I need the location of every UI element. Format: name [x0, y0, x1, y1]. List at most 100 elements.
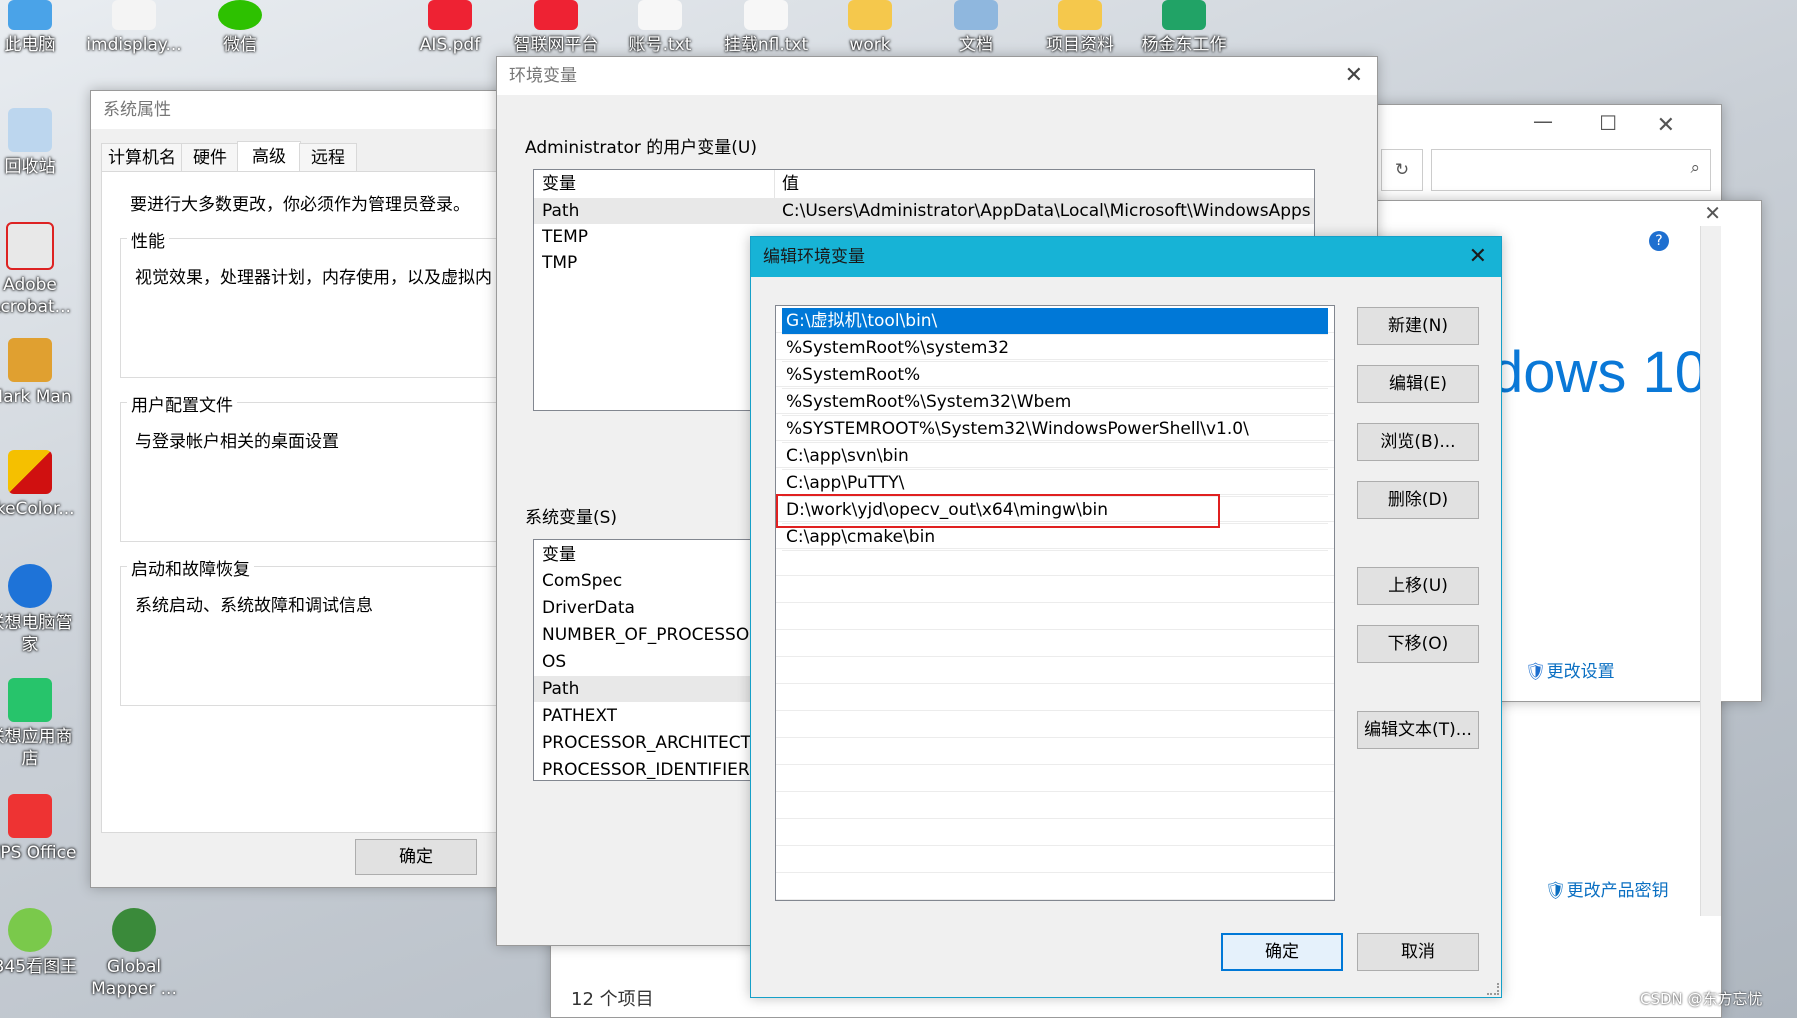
folder-icon: [1058, 0, 1102, 30]
system-vars-label: 系统变量(S): [525, 508, 618, 528]
wechat-icon: [218, 0, 262, 30]
col-header-variable[interactable]: 变量: [542, 542, 576, 568]
list-item[interactable]: %SystemRoot%\System32\Wbem: [782, 389, 1328, 416]
resize-grip[interactable]: [1487, 983, 1499, 995]
close-icon[interactable]: ✕: [1345, 57, 1363, 95]
desktop-icon-makecolor[interactable]: akeColor...: [0, 450, 78, 520]
group-label: 用户配置文件: [127, 391, 237, 416]
list-item[interactable]: PROCESSOR_ARCHITECTU: [542, 730, 763, 756]
list-item[interactable]: C:\app\svn\bin: [782, 443, 1328, 470]
ok-button[interactable]: 确定: [355, 839, 477, 875]
list-item[interactable]: DriverData: [542, 595, 635, 621]
list-item[interactable]: PATHEXT: [542, 703, 617, 729]
minimize-icon[interactable]: —: [1533, 109, 1553, 133]
markman-icon: [8, 338, 52, 382]
row-name: Path: [542, 679, 580, 699]
change-product-key-link[interactable]: 🛡更改产品密钥: [1545, 876, 1669, 901]
move-up-button[interactable]: 上移(U): [1357, 567, 1479, 605]
group-label: 性能: [127, 227, 169, 252]
desktop-icon-global-mapper[interactable]: Global Mapper ...: [86, 908, 182, 1000]
tab-hardware[interactable]: 硬件: [181, 143, 239, 173]
desktop-icon-wechat[interactable]: 微信: [192, 0, 288, 56]
desktop-icon-recycle-bin[interactable]: 回收站: [0, 108, 78, 178]
edit-env-var-dialog: 编辑环境变量 ✕ G:\虚拟机\tool\bin\ %SystemRoot%\s…: [750, 236, 1502, 998]
list-item[interactable]: %SYSTEMROOT%\System32\WindowsPowerShell\…: [782, 416, 1328, 443]
browse-button[interactable]: 浏览(B)...: [1357, 423, 1479, 461]
folder-icon: [848, 0, 892, 30]
list-item[interactable]: NUMBER_OF_PROCESSOR: [542, 622, 761, 648]
close-icon[interactable]: ✕: [1657, 113, 1675, 138]
table-row[interactable]: Path C:\Users\Administrator\AppData\Loca…: [534, 198, 1314, 224]
desktop-icon-wps[interactable]: WPS Office: [0, 794, 78, 864]
desktop-icon-platform-pdf[interactable]: 智联网平台: [508, 0, 604, 56]
col-header-value[interactable]: 值: [782, 171, 799, 197]
list-item[interactable]: C:\app\cmake\bin: [782, 524, 1328, 551]
desktop-icon-work[interactable]: work: [822, 0, 918, 56]
edit-button[interactable]: 编辑(E): [1357, 365, 1479, 403]
text-file-icon: [638, 0, 682, 30]
red-highlight-box: [776, 494, 1220, 528]
desktop-icon-2345viewer[interactable]: 2345看图王: [0, 908, 78, 978]
maximize-icon[interactable]: ☐: [1599, 111, 1617, 135]
desktop-icon-lenovo-manager[interactable]: 联想电脑管 家: [0, 564, 78, 656]
desktop-icon-nfl-txt[interactable]: 挂载nfl.txt: [718, 0, 814, 56]
desktop-icon-account-txt[interactable]: 账号.txt: [612, 0, 708, 56]
pdf-icon: [428, 0, 472, 30]
new-button[interactable]: 新建(N): [1357, 307, 1479, 345]
image-viewer-icon: [8, 908, 52, 952]
change-settings-link[interactable]: 🛡更改设置: [1525, 657, 1615, 682]
ok-button[interactable]: 确定: [1221, 933, 1343, 971]
item-count: 12 个项目: [571, 989, 654, 1010]
delete-button[interactable]: 删除(D): [1357, 481, 1479, 519]
shield-icon: 🛡: [1545, 881, 1567, 901]
refresh-icon[interactable]: ↻: [1381, 149, 1423, 191]
tab-computer-name[interactable]: 计算机名: [101, 143, 183, 173]
search-input[interactable]: ⌕: [1431, 149, 1711, 191]
group-user-profile: 用户配置文件 与登录帐户相关的桌面设置: [120, 391, 542, 542]
list-item[interactable]: %SystemRoot%\system32: [782, 335, 1328, 362]
lenovo-manager-icon: [8, 564, 52, 608]
search-icon: ⌕: [1690, 158, 1700, 178]
group-performance: 性能 视觉效果，处理器计划，内存使用，以及虚拟内: [120, 227, 542, 378]
desktop-icon-markman[interactable]: Mark Man: [0, 338, 78, 408]
edit-text-button[interactable]: 编辑文本(T)...: [1357, 711, 1479, 749]
list-header: 变量 值: [534, 170, 1314, 199]
row-name: TEMP: [542, 227, 589, 247]
tab-advanced[interactable]: 高级: [237, 141, 301, 172]
desktop-icon-docs[interactable]: 文档: [928, 0, 1024, 56]
user-vars-label: Administrator 的用户变量(U): [525, 138, 757, 158]
col-header-variable[interactable]: 变量: [542, 171, 576, 197]
path-entries-list[interactable]: G:\虚拟机\tool\bin\ %SystemRoot%\system32 %…: [775, 305, 1335, 901]
desktop-icon-imdisplay[interactable]: imdisplay...: [86, 0, 182, 56]
row-value: C:\Users\Administrator\AppData\Local\Mic…: [782, 201, 1312, 221]
desktop-icon-lenovo-store[interactable]: 联想应用商 店: [0, 678, 78, 770]
list-item[interactable]: %SystemRoot%: [782, 362, 1328, 389]
list-item[interactable]: C:\app\PuTTY\: [782, 470, 1328, 497]
group-desc: 系统启动、系统故障和调试信息: [135, 596, 373, 616]
desktop-icon-ais-pdf[interactable]: AIS.pdf: [402, 0, 498, 56]
cancel-button[interactable]: 取消: [1357, 933, 1479, 971]
list-item[interactable]: OS: [542, 649, 566, 675]
admin-note: 要进行大多数更改，你必须作为管理员登录。: [130, 195, 470, 215]
background-scrollbar[interactable]: [1700, 226, 1721, 916]
desktop-icon-this-pc[interactable]: 此电脑: [0, 0, 78, 56]
row-name: TMP: [542, 253, 578, 273]
list-item-selected[interactable]: G:\虚拟机\tool\bin\: [782, 308, 1328, 335]
list-item[interactable]: ComSpec: [542, 568, 622, 594]
desktop-icon-projects[interactable]: 项目资料: [1032, 0, 1128, 56]
close-icon[interactable]: ✕: [1704, 201, 1721, 225]
help-icon[interactable]: ?: [1649, 231, 1669, 251]
close-icon[interactable]: ✕: [1469, 237, 1487, 277]
makecolor-icon: [8, 450, 52, 494]
move-down-button[interactable]: 下移(O): [1357, 625, 1479, 663]
windows-brand: dows 10: [1491, 340, 1708, 405]
list-item[interactable]: PROCESSOR_IDENTIFIER: [542, 757, 750, 780]
recycle-bin-icon: [8, 108, 52, 152]
desktop-icon-acrobat[interactable]: Adobe Acrobat...: [0, 222, 78, 318]
desktop-icon-work-sheet[interactable]: 杨金东工作: [1136, 0, 1232, 56]
shield-icon: 🛡: [1525, 662, 1547, 682]
group-label: 启动和故障恢复: [127, 555, 254, 580]
tab-remote[interactable]: 远程: [299, 143, 357, 173]
window-title: 系统属性: [91, 91, 531, 129]
acrobat-icon: [6, 222, 54, 270]
